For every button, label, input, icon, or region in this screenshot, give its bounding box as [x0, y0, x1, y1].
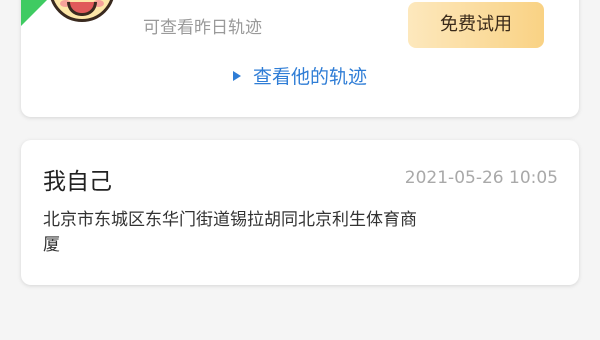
- self-name: 我自己: [43, 169, 112, 195]
- avatar-mouth: [67, 2, 97, 16]
- view-his-track-link[interactable]: 查看他的轨迹: [21, 62, 579, 89]
- view-his-track-label: 查看他的轨迹: [252, 66, 367, 88]
- free-trial-button[interactable]: 免费试用: [408, 2, 544, 48]
- self-timestamp: 2021-05-26 10:05: [404, 168, 558, 188]
- self-address: 北京市东城区东华门街道锡拉胡同北京利生体育商厦: [43, 210, 417, 255]
- self-location-card[interactable]: 我自己 2021-05-26 10:05 北京市东城区东华门街道锡拉胡同北京利生…: [21, 140, 579, 285]
- play-triangle-icon: [232, 70, 241, 81]
- member-card: 可查看昨日轨迹 免费试用 查看他的轨迹: [21, 0, 579, 117]
- member-subtitle: 可查看昨日轨迹: [143, 18, 262, 38]
